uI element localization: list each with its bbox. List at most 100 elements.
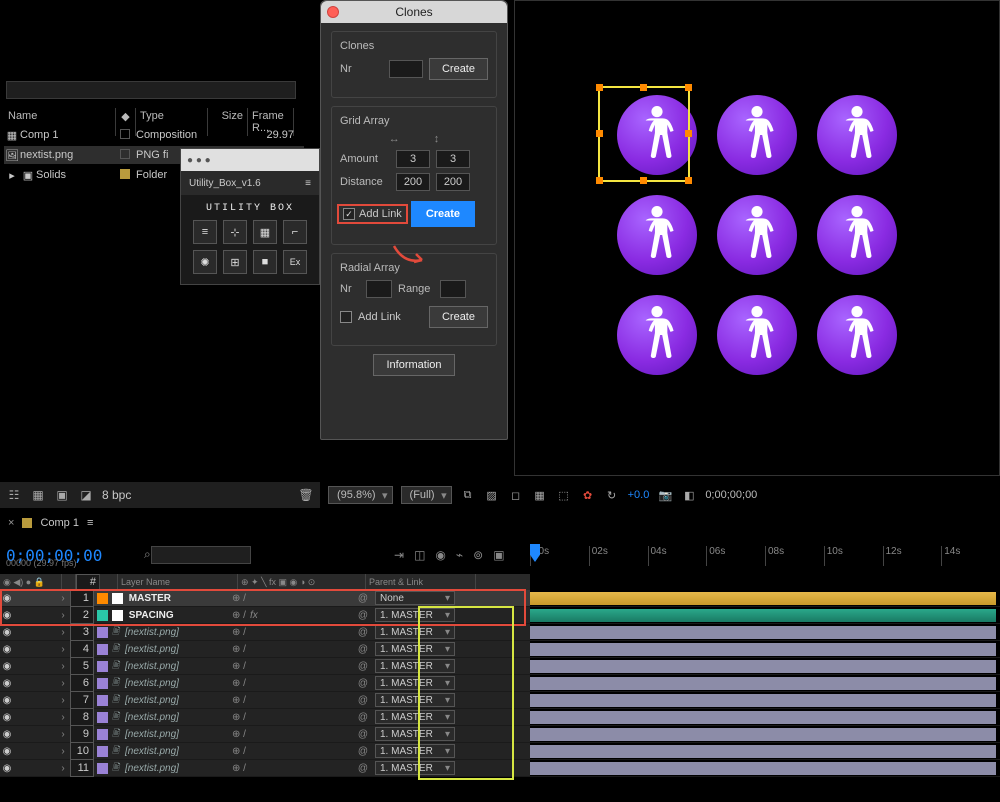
shy-icon[interactable]: ⇥ [394,548,404,562]
distance-x-input[interactable] [396,173,430,191]
distance-y-input[interactable] [436,173,470,191]
layer-row[interactable]: ◉›10🖹 [nextist.png]⊕ /@1. MASTER [0,743,530,760]
sun-icon[interactable]: ✺ [193,250,217,274]
range-input[interactable] [440,280,466,298]
draft3d-icon[interactable]: ▣ [493,548,504,562]
clones-create-button[interactable]: Create [429,58,488,80]
mask-icon[interactable]: ◻ [508,487,524,503]
parent-dropdown[interactable]: 1. MASTER [375,693,455,707]
layer-name[interactable]: MASTER [110,593,226,604]
layer-switches[interactable]: ⊕ / [226,695,354,706]
guides-icon[interactable]: ▦ [532,487,548,503]
layer-switches[interactable]: ⊕ / [226,661,354,672]
layer-name[interactable]: SPACING [110,610,226,621]
tile-icon[interactable]: ⊞ [223,250,247,274]
visibility-toggle[interactable]: ◉ [0,593,14,604]
snapshot-icon[interactable]: 📷 [657,487,673,503]
parent-dropdown[interactable]: 1. MASTER [375,642,455,656]
pickwhip-icon[interactable]: @ [354,593,372,604]
layer-name[interactable]: 🖹 [nextist.png] [110,641,226,657]
layer-name[interactable]: 🖹 [nextist.png] [110,675,226,691]
chevron-right-icon[interactable]: ▸ [4,169,20,182]
label-swatch[interactable] [97,610,108,621]
layer-name[interactable]: 🖹 [nextist.png] [110,709,226,725]
path-icon[interactable]: ⌐ [283,220,307,244]
grid-icon[interactable]: ▦ [253,220,277,244]
layer-switches[interactable]: ⊕ / [226,627,354,638]
visibility-toggle[interactable]: ◉ [0,644,14,655]
pickwhip-icon[interactable]: @ [354,627,372,638]
clone-token[interactable] [717,295,797,375]
ex-icon[interactable]: Ex [283,250,307,274]
label-swatch[interactable] [120,149,130,159]
layer-bar[interactable] [530,726,1000,743]
3d-icon[interactable]: ⬚ [556,487,572,503]
visibility-toggle[interactable]: ◉ [0,695,14,706]
bpc-toggle[interactable]: 8 bpc [102,488,131,502]
layer-row[interactable]: ◉›7🖹 [nextist.png]⊕ /@1. MASTER [0,692,530,709]
radial-addlink-checkbox[interactable] [340,311,352,323]
pickwhip-icon[interactable]: @ [354,610,372,621]
layer-row[interactable]: ◉›1 MASTER⊕ /@None [0,590,530,607]
layer-switches[interactable]: ⊕ / fx [226,610,354,621]
clone-token[interactable] [817,295,897,375]
layer-switches[interactable]: ⊕ / [226,593,354,604]
selection-box[interactable] [598,86,690,182]
visibility-toggle[interactable]: ◉ [0,610,14,621]
layer-row[interactable]: ◉›3🖹 [nextist.png]⊕ /@1. MASTER [0,624,530,641]
layer-name[interactable]: 🖹 [nextist.png] [110,624,226,640]
twirl-icon[interactable]: › [56,712,70,723]
layer-row[interactable]: ◉›11🖹 [nextist.png]⊕ /@1. MASTER [0,760,530,777]
layer-bar[interactable] [530,743,1000,760]
utility-box-panel[interactable]: ● ● ● Utility_Box_v1.6 ≡ UTILITY BOX ≡ ⊹… [180,148,320,285]
pickwhip-icon[interactable]: @ [354,644,372,655]
layer-bar[interactable] [530,675,1000,692]
new-comp-icon[interactable]: ▦ [30,487,46,503]
preview-timecode[interactable]: 0;00;00;00 [705,489,757,501]
renderer-icon[interactable]: ✿ [580,487,596,503]
twirl-icon[interactable]: › [56,661,70,672]
panel-menu-icon[interactable]: ≡ [305,178,311,189]
project-search-input[interactable] [6,81,296,99]
layer-bar[interactable] [530,658,1000,675]
visibility-toggle[interactable]: ◉ [0,661,14,672]
anchor-icon[interactable]: ⊹ [223,220,247,244]
information-button[interactable]: Information [373,354,454,376]
pickwhip-icon[interactable]: @ [354,746,372,757]
twirl-icon[interactable]: › [56,678,70,689]
parent-dropdown[interactable]: 1. MASTER [375,710,455,724]
twirl-icon[interactable]: › [56,610,70,621]
amount-x-input[interactable] [396,150,430,168]
brainstorm-icon[interactable]: ⊚ [473,548,483,562]
interpret-icon[interactable]: ☷ [6,487,22,503]
timeline-search-input[interactable] [151,546,251,564]
tab-menu-icon[interactable]: ≡ [87,517,93,529]
label-swatch[interactable] [97,644,108,655]
radial-nr-input[interactable] [366,280,392,298]
time-ruler[interactable]: 00s02s04s06s08s10s12s14s [530,546,1000,566]
twirl-icon[interactable]: › [56,593,70,604]
zoom-dropdown[interactable]: (95.8%) [328,486,393,504]
project-item-comp[interactable]: ▦ Comp 1 Composition 29.97 [4,126,304,144]
clone-token[interactable] [817,95,897,175]
layer-bar[interactable] [530,760,1000,777]
twirl-icon[interactable]: › [56,695,70,706]
clone-token[interactable] [817,195,897,275]
pickwhip-icon[interactable]: @ [354,661,372,672]
visibility-toggle[interactable]: ◉ [0,763,14,774]
camera-icon[interactable]: ■ [253,250,277,274]
layer-bar[interactable] [530,624,1000,641]
parent-dropdown[interactable]: 1. MASTER [375,727,455,741]
radial-create-button[interactable]: Create [429,306,488,328]
trash-icon[interactable]: 🗑 [298,487,314,503]
label-swatch[interactable] [97,746,108,757]
timeline-tab[interactable]: × Comp 1 ≡ [0,512,101,534]
layer-row[interactable]: ◉›2 SPACING⊕ / fx@1. MASTER [0,607,530,624]
label-swatch[interactable] [97,661,108,672]
label-swatch[interactable] [120,169,130,179]
visibility-toggle[interactable]: ◉ [0,627,14,638]
graph-editor-icon[interactable]: ⌁ [456,548,463,562]
parent-dropdown[interactable]: 1. MASTER [375,625,455,639]
layer-bar[interactable] [530,641,1000,658]
pickwhip-icon[interactable]: @ [354,678,372,689]
